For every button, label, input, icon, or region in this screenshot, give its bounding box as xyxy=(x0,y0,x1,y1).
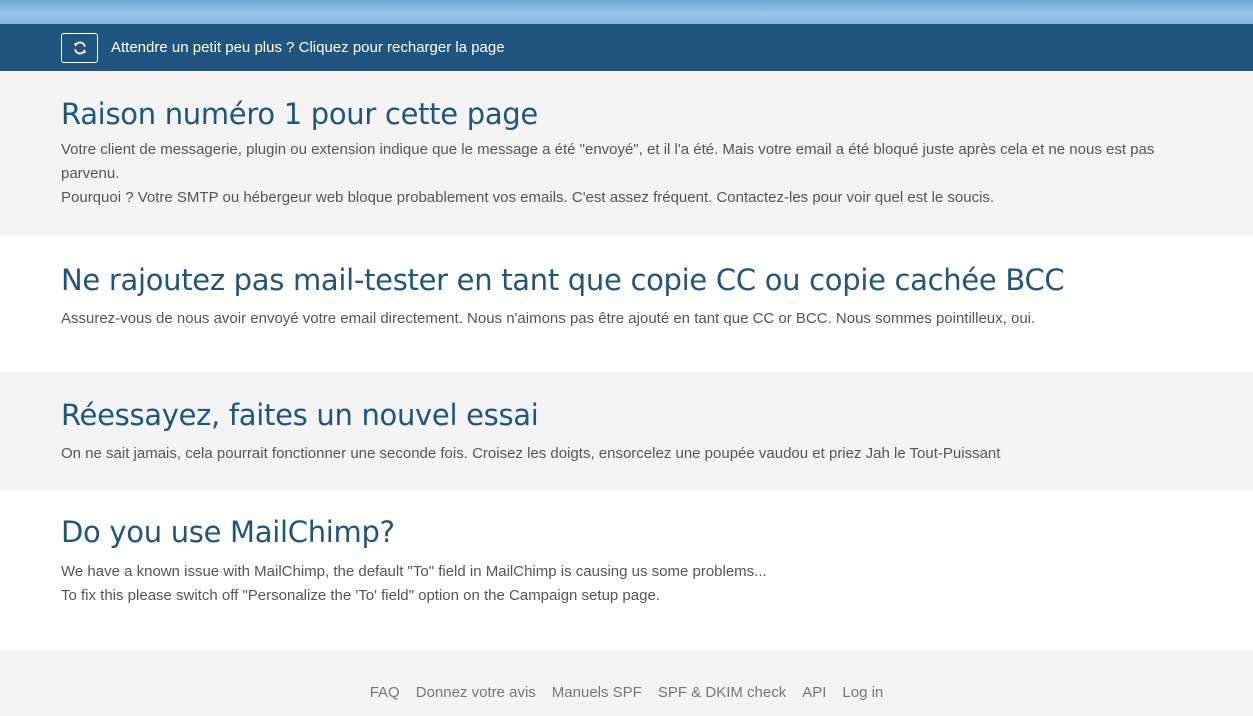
refresh-icon xyxy=(73,41,86,54)
footer-link-api[interactable]: API xyxy=(802,684,826,701)
section-title: Raison numéro 1 pour cette page xyxy=(61,97,538,131)
section-text: Pourquoi ? Votre SMTP ou hébergeur web b… xyxy=(61,189,995,206)
footer-link-faq[interactable]: FAQ xyxy=(370,684,400,701)
section-text: On ne sait jamais, cela pourrait fonctio… xyxy=(61,445,1001,462)
footer-link-feedback[interactable]: Donnez votre avis xyxy=(416,684,536,701)
section-text: Votre client de messagerie, plugin ou ex… xyxy=(61,141,1155,182)
section-title: Réessayez, faites un nouvel essai xyxy=(61,398,539,432)
section-title: Do you use MailChimp? xyxy=(61,515,395,549)
top-banner-stripe xyxy=(0,0,1253,24)
section-text: To fix this please switch off "Personali… xyxy=(61,587,660,604)
section-title: Ne rajoutez pas mail-tester en tant que … xyxy=(61,263,1065,297)
footer-link-spf-manuals[interactable]: Manuels SPF xyxy=(552,684,642,701)
reload-bar: Attendre un petit peu plus ? Cliquez pou… xyxy=(0,24,1253,71)
section-text: Assurez-vous de nous avoir envoyé votre … xyxy=(61,310,1036,327)
section-text: We have a known issue with MailChimp, th… xyxy=(61,563,767,580)
footer-link-spf-dkim-check[interactable]: SPF & DKIM check xyxy=(658,684,786,701)
section-reason-one: Raison numéro 1 pour cette page Votre cl… xyxy=(0,71,1253,237)
section-no-cc: Ne rajoutez pas mail-tester en tant que … xyxy=(0,237,1253,372)
reload-button[interactable] xyxy=(61,32,98,63)
section-retry: Réessayez, faites un nouvel essai On ne … xyxy=(0,372,1253,490)
section-mailchimp: Do you use MailChimp? We have a known is… xyxy=(0,490,1253,650)
reload-message[interactable]: Attendre un petit peu plus ? Cliquez pou… xyxy=(111,39,505,56)
footer-nav: FAQ Donnez votre avis Manuels SPF SPF & … xyxy=(0,650,1253,716)
footer-link-login[interactable]: Log in xyxy=(842,684,883,701)
